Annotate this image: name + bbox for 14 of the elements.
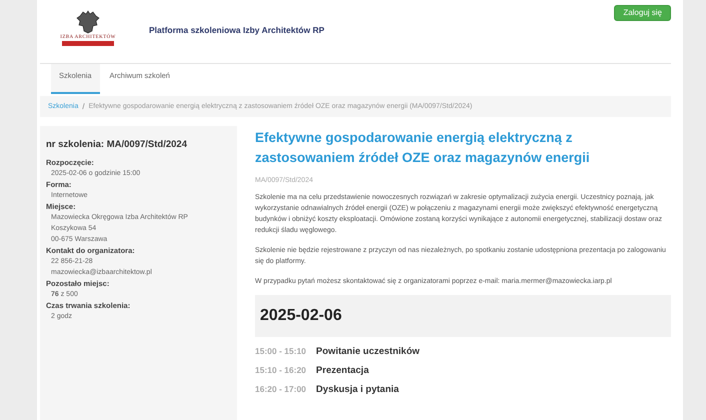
- schedule-time: 15:10 - 16:20: [255, 364, 306, 377]
- schedule-item: Prezentacja: [316, 364, 369, 378]
- schedule-date: 2025-02-06: [255, 295, 671, 337]
- schedule-time: 16:20 - 17:00: [255, 383, 306, 396]
- schedule-item: Powitanie uczestników: [316, 345, 420, 359]
- login-button[interactable]: Zaloguj się: [614, 5, 671, 21]
- schedule-time: 15:00 - 15:10: [255, 345, 306, 358]
- site-title: Platforma szkoleniowa Izby Architektów RP: [149, 25, 326, 35]
- training-number: nr szkolenia: MA/0097/Std/2024: [46, 139, 188, 150]
- eagle-emblem-icon: [75, 9, 101, 35]
- logo-banner-icon: [62, 41, 114, 46]
- training-title: Efektywne gospodarowanie energią elektryczną z zastosowaniem źródeł OZE oraz magazynów energii: [255, 129, 591, 167]
- schedule-item: Dyskusja i pytania: [316, 383, 399, 397]
- breadcrumb-separator: /: [82, 102, 85, 111]
